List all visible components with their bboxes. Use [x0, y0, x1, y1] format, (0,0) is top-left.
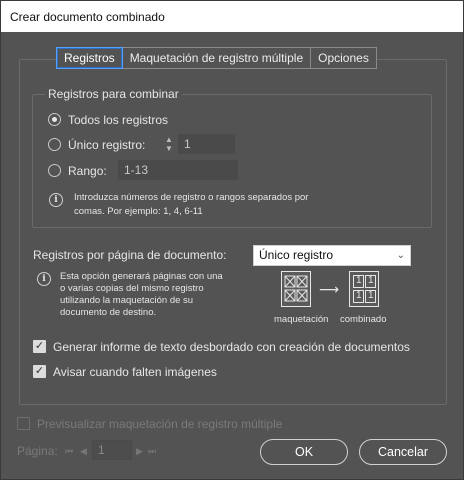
preview-checkbox[interactable] [17, 417, 30, 430]
per-page-info-line-4: documento de destino. [60, 307, 157, 318]
records-per-page-value: Único registro [259, 248, 334, 262]
next-page-icon[interactable]: ▶ [136, 445, 143, 457]
page-label: Página: [17, 444, 58, 458]
cancel-button[interactable]: Cancelar [359, 439, 447, 465]
first-page-icon[interactable]: ⏮ [65, 445, 73, 457]
range-info-line-2: comas. Por ejemplo: 1, 4, 6-11 [74, 206, 203, 217]
radio-single-record[interactable] [48, 138, 61, 151]
tab-opciones[interactable]: Opciones [311, 47, 377, 69]
per-page-info-line-1: Esta opción generará páginas con una [60, 271, 223, 282]
chevron-up-icon[interactable]: ▲ [162, 135, 176, 144]
records-per-page-label: Registros por página de documento: [33, 248, 227, 262]
window-title: Crear documento combinado [10, 10, 165, 24]
radio-range[interactable] [48, 164, 61, 177]
overset-report-label: Generar informe de texto desbordado con … [53, 340, 410, 354]
tab-maquetacion-multiple[interactable]: Maquetación de registro múltiple [122, 47, 312, 69]
layout-diagram-icon [281, 271, 311, 307]
info-icon: i [37, 272, 51, 286]
tab-bar: Registros Maquetación de registro múltip… [56, 47, 377, 69]
overset-report-checkbox[interactable]: ✓ [33, 340, 46, 353]
arrow-right-icon: ⟶ [319, 281, 340, 297]
records-group-title: Registros para combinar [45, 87, 182, 101]
radio-range-label: Rango: [68, 164, 107, 178]
cell-number: 1 [368, 275, 374, 286]
merged-diagram-label: combinado [340, 314, 387, 325]
missing-images-label: Avisar cuando falten imágenes [53, 365, 217, 379]
per-page-info-line-2: o varias copias del mismo registro [60, 283, 204, 294]
merged-diagram-icon: 1 1 1 1 [349, 271, 379, 307]
ok-button[interactable]: OK [260, 439, 348, 465]
single-record-input[interactable]: 1 [178, 134, 235, 154]
range-info-line-1: Introduzca números de registro o rangos … [74, 192, 309, 203]
single-record-stepper[interactable]: ▲ ▼ [162, 135, 176, 155]
info-icon: i [49, 193, 63, 207]
page-input[interactable]: 1 [92, 440, 132, 460]
radio-all-records-label: Todos los registros [68, 113, 169, 127]
chevron-down-icon[interactable]: ▼ [162, 144, 176, 153]
chevron-down-icon: ⌄ [396, 250, 405, 261]
records-per-page-select[interactable]: Único registro ⌄ [253, 245, 411, 266]
layout-diagram-label: maquetación [274, 314, 329, 325]
range-input[interactable]: 1-13 [118, 160, 238, 180]
radio-all-records[interactable] [48, 113, 61, 126]
title-bar[interactable]: Crear documento combinado [1, 1, 463, 32]
dialog-window: Crear documento combinado Registros Maqu… [0, 0, 464, 480]
tab-registros[interactable]: Registros [56, 47, 123, 69]
cell-number: 1 [356, 275, 362, 286]
last-page-icon[interactable]: ⏭ [148, 445, 156, 457]
cell-number: 1 [368, 290, 374, 301]
cell-number: 1 [356, 290, 362, 301]
radio-single-record-label: Único registro: [68, 138, 146, 152]
preview-label: Previsualizar maquetación de registro mú… [37, 417, 283, 431]
missing-images-checkbox[interactable]: ✓ [33, 365, 46, 378]
per-page-info-line-3: utilizando la maquetación de su [60, 295, 194, 306]
previous-page-icon[interactable]: ◀ [80, 445, 87, 457]
